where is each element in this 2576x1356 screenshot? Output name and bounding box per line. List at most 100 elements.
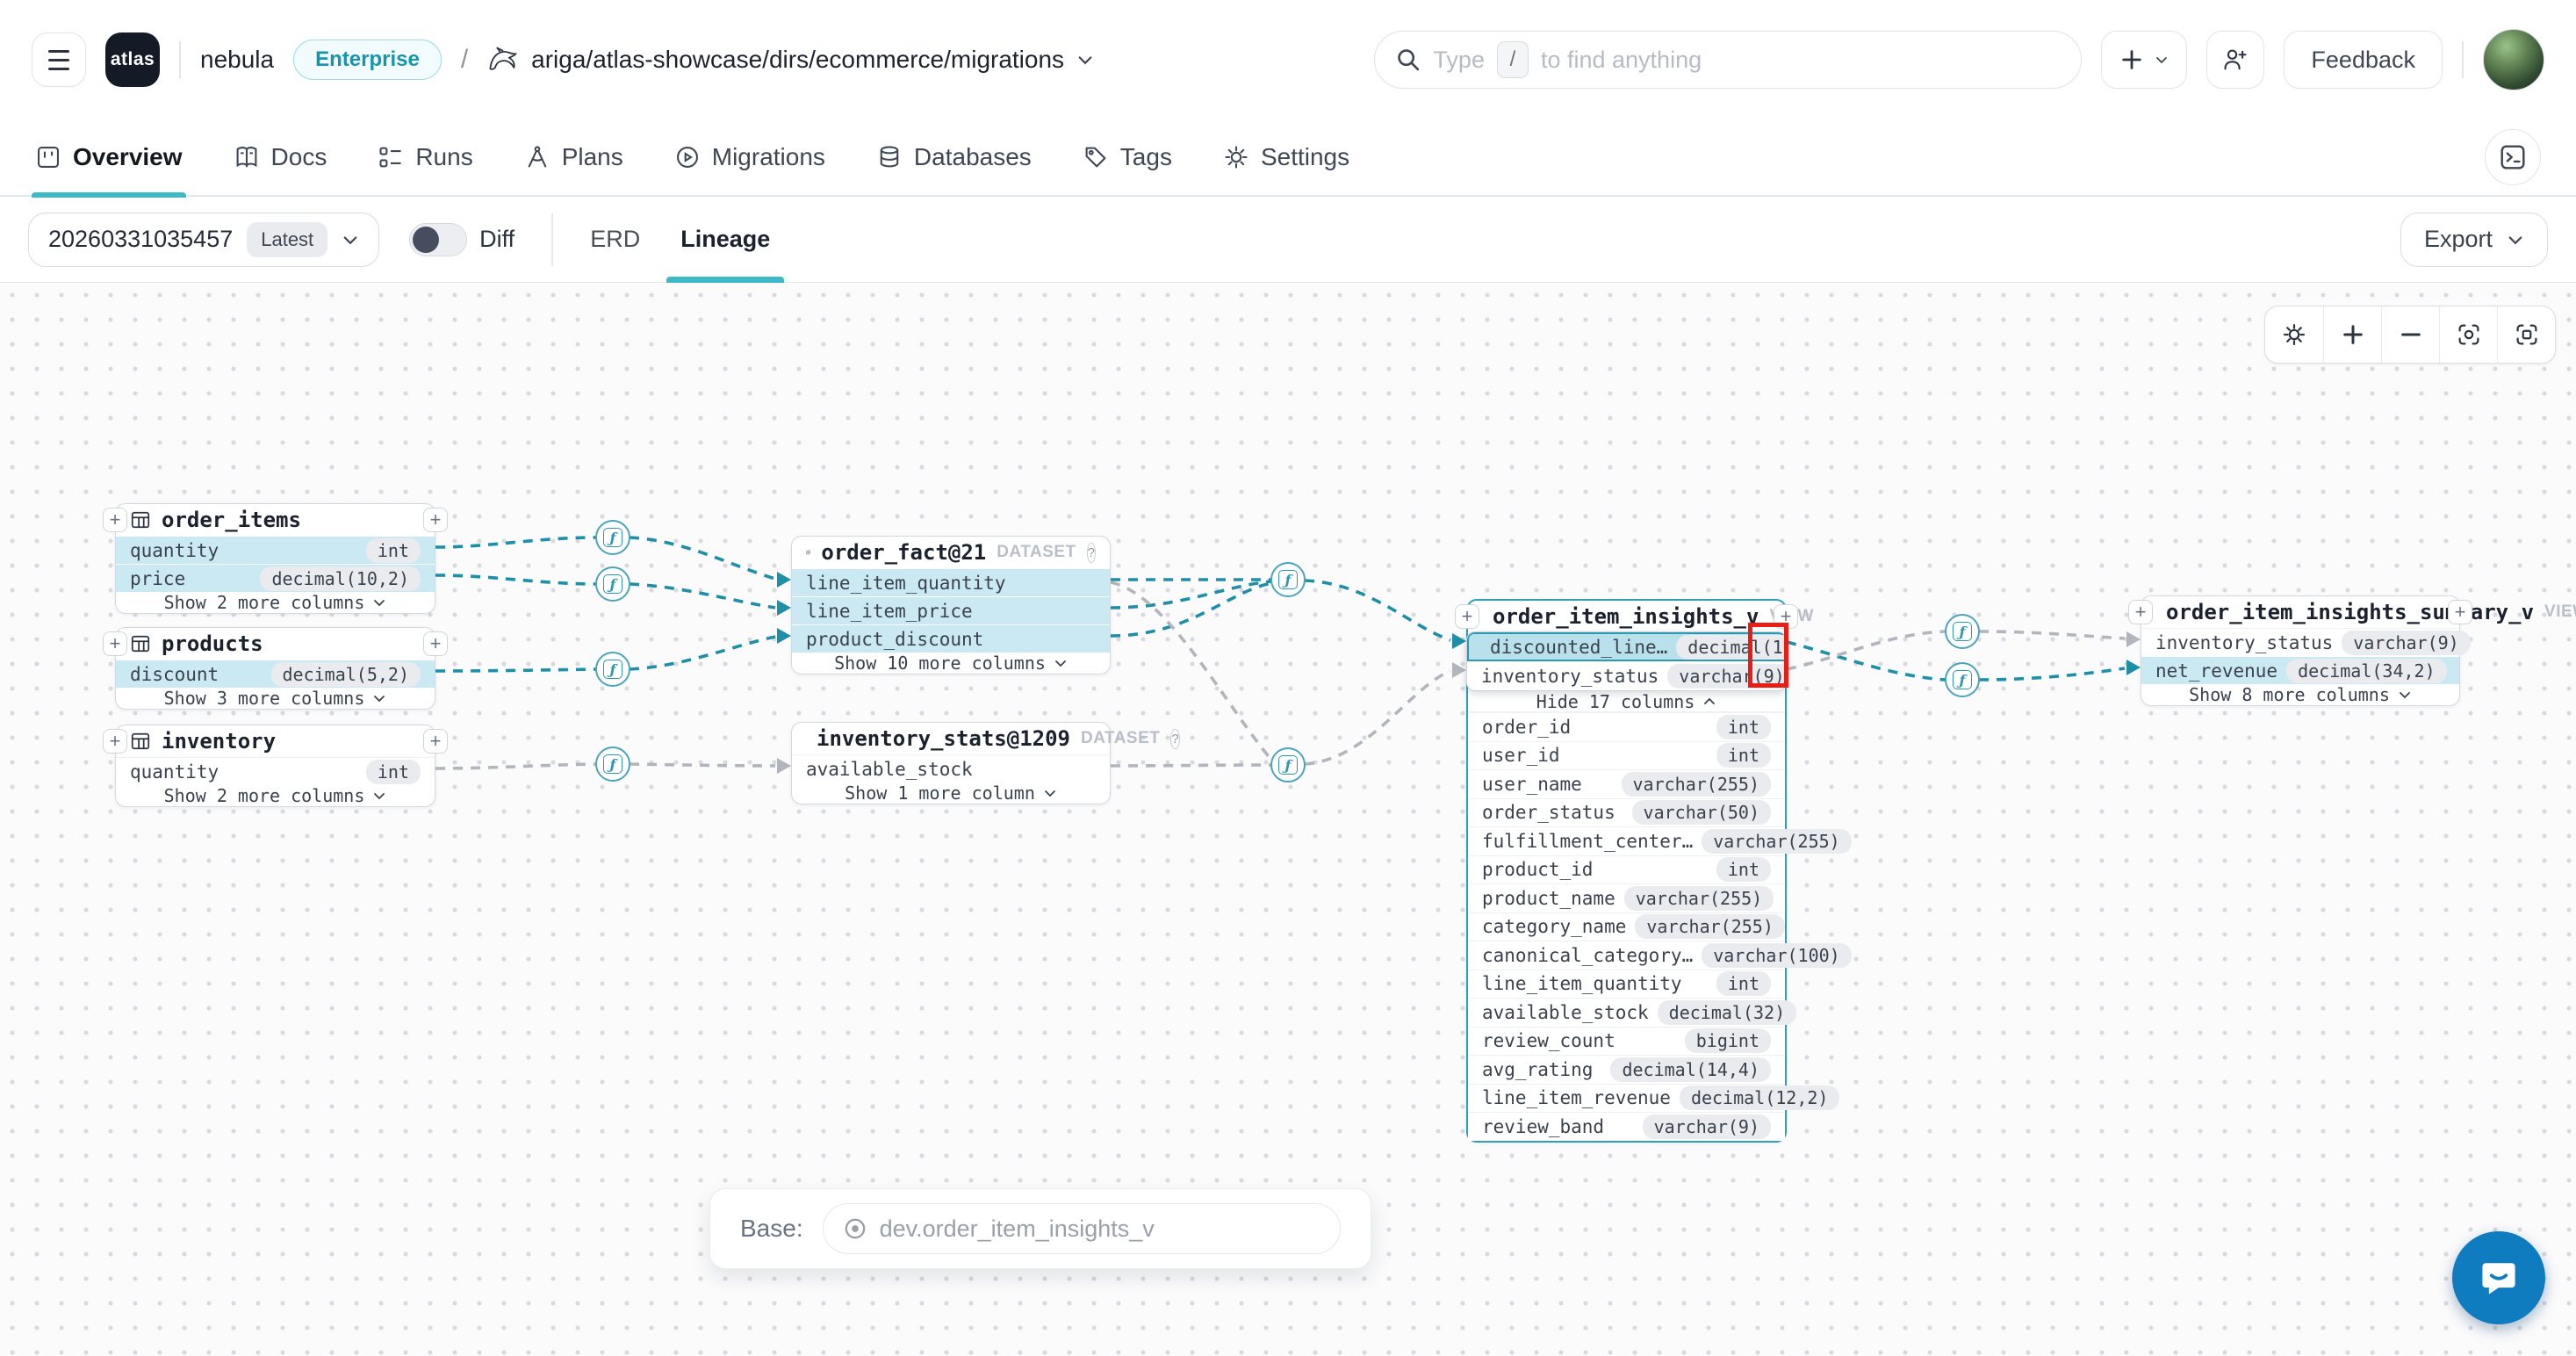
node-order_item_insights_summary_v[interactable]: ++order_item_insights_summary_vVIEWinven… xyxy=(2141,595,2460,706)
zoom-in-button[interactable] xyxy=(2323,307,2381,363)
org-name[interactable]: nebula xyxy=(200,46,274,74)
node-header[interactable]: inventory xyxy=(116,725,435,757)
tab-tags[interactable]: Tags xyxy=(1083,119,1172,196)
column-row-net_revenue[interactable]: net_revenuedecimal(34,2) xyxy=(2141,656,2459,684)
column-row-line_item_revenue[interactable]: line_item_revenuedecimal(12,2) xyxy=(1468,1084,1785,1113)
node-order_item_insights_v[interactable]: ++order_item_insights_vVIEWdiscounted_li… xyxy=(1466,599,1787,1143)
tab-migrations[interactable]: Migrations xyxy=(674,119,825,196)
node-header[interactable]: order_fact@21DATASET? xyxy=(792,537,1110,568)
node-inventory_stats[interactable]: inventory_stats@1209DATASET?available_st… xyxy=(791,722,1111,804)
export-button[interactable]: Export xyxy=(2400,213,2548,267)
node-header[interactable]: products xyxy=(116,628,435,660)
tab-overview[interactable]: Overview xyxy=(35,119,183,196)
function-node[interactable]: ƒ xyxy=(595,566,630,602)
column-row-order_status[interactable]: order_statusvarchar(50) xyxy=(1468,798,1785,827)
tab-docs[interactable]: Docs xyxy=(234,119,327,196)
column-row-canonical_category[interactable]: canonical_category…varchar(100) xyxy=(1468,941,1785,970)
column-row-inventory_status[interactable]: inventory_statusvarchar(9) xyxy=(2141,628,2459,656)
diff-toggle[interactable] xyxy=(409,223,467,256)
column-row-available_stock[interactable]: available_stock xyxy=(792,754,1110,783)
base-target-input[interactable]: dev.order_item_insights_v xyxy=(823,1203,1341,1254)
tab-runs[interactable]: Runs xyxy=(378,119,472,196)
zoom-out-button[interactable] xyxy=(2381,307,2439,363)
tab-erd[interactable]: ERD xyxy=(590,197,640,283)
node-header[interactable]: order_item_insights_summary_vVIEW xyxy=(2141,596,2459,628)
column-row-quantity[interactable]: quantityint xyxy=(116,536,435,564)
menu-button[interactable] xyxy=(32,32,86,87)
invite-user-button[interactable] xyxy=(2206,31,2264,89)
tab-plans[interactable]: Plans xyxy=(524,119,623,196)
function-node[interactable]: ƒ xyxy=(1945,662,1980,697)
fit-view-button[interactable] xyxy=(2497,307,2555,363)
column-row-product_id[interactable]: product_idint xyxy=(1468,855,1785,884)
column-name: product_name xyxy=(1482,888,1615,909)
function-node[interactable]: ƒ xyxy=(595,520,630,555)
function-node[interactable]: ƒ xyxy=(1945,614,1980,649)
lineage-canvas[interactable]: ƒƒƒƒƒƒƒƒ ++order_itemsquantityintpricede… xyxy=(0,283,2576,1356)
column-row-price[interactable]: pricedecimal(10,2) xyxy=(116,564,435,592)
search-input[interactable]: Type / to find anything xyxy=(1374,31,2082,89)
node-header[interactable]: order_item_insights_vVIEW xyxy=(1468,601,1785,632)
column-row-review_count[interactable]: review_countbigint xyxy=(1468,1027,1785,1056)
create-button[interactable] xyxy=(2101,31,2187,89)
add-connection-handle[interactable]: + xyxy=(423,508,448,532)
node-order_items[interactable]: ++order_itemsquantityintpricedecimal(10,… xyxy=(115,503,435,614)
column-row-line_item_quantity[interactable]: line_item_quantity xyxy=(792,568,1110,596)
show-more-columns[interactable]: Show 8 more columns xyxy=(2141,684,2459,705)
column-row-category_name[interactable]: category_namevarchar(255) xyxy=(1468,912,1785,941)
node-header[interactable]: order_items xyxy=(116,504,435,536)
function-node[interactable]: ƒ xyxy=(595,652,630,687)
column-row-avg_rating[interactable]: avg_ratingdecimal(14,4) xyxy=(1468,1055,1785,1084)
node-inventory[interactable]: ++inventoryquantityintShow 2 more column… xyxy=(115,725,435,807)
column-row-line_item_quantity[interactable]: line_item_quantityint xyxy=(1468,970,1785,999)
breadcrumb[interactable]: ariga/atlas-showcase/dirs/ecommerce/migr… xyxy=(487,46,1094,74)
tab-databases[interactable]: Databases xyxy=(876,119,1032,196)
function-node[interactable]: ƒ xyxy=(595,747,630,782)
function-node[interactable]: ƒ xyxy=(1270,747,1306,783)
show-more-columns[interactable]: Show 10 more columns xyxy=(792,653,1110,674)
add-connection-handle[interactable]: + xyxy=(2448,600,2472,624)
column-row-discount[interactable]: discountdecimal(5,2) xyxy=(116,660,435,688)
column-row-discounted_line[interactable]: discounted_line…decimal(12,2) xyxy=(1467,632,1786,661)
add-connection-handle[interactable]: + xyxy=(103,508,127,532)
show-more-columns[interactable]: Show 2 more columns xyxy=(116,785,435,806)
column-row-inventory_status[interactable]: inventory_statusvarchar(9) xyxy=(1467,661,1786,690)
column-row-line_item_price[interactable]: line_item_price xyxy=(792,596,1110,624)
add-connection-handle[interactable]: + xyxy=(423,631,448,656)
atlas-logo[interactable]: atlas xyxy=(105,32,160,87)
show-more-columns[interactable]: Show 2 more columns xyxy=(116,592,435,613)
node-order_fact[interactable]: order_fact@21DATASET?line_item_quantityl… xyxy=(791,536,1111,674)
column-row-fulfillment_center[interactable]: fulfillment_center…varchar(255) xyxy=(1468,826,1785,855)
column-row-product_discount[interactable]: product_discount xyxy=(792,624,1110,653)
dataset-help-icon[interactable]: ? xyxy=(1087,543,1096,563)
version-select[interactable]: 20260331035457 Latest xyxy=(28,213,379,267)
add-connection-handle[interactable]: + xyxy=(423,729,448,754)
add-connection-handle[interactable]: + xyxy=(103,729,127,754)
column-row-order_id[interactable]: order_idint xyxy=(1468,712,1785,741)
add-connection-handle[interactable]: + xyxy=(103,631,127,656)
add-connection-handle[interactable]: + xyxy=(1774,604,1798,629)
canvas-settings-button[interactable] xyxy=(2265,307,2323,363)
column-row-product_name[interactable]: product_namevarchar(255) xyxy=(1468,884,1785,912)
user-avatar[interactable] xyxy=(2483,29,2544,90)
column-row-quantity[interactable]: quantityint xyxy=(116,757,435,785)
column-row-available_stock[interactable]: available_stockdecimal(32) xyxy=(1468,998,1785,1027)
add-connection-handle[interactable]: + xyxy=(2128,600,2153,624)
tab-settings[interactable]: Settings xyxy=(1223,119,1349,196)
node-products[interactable]: ++productsdiscountdecimal(5,2)Show 3 mor… xyxy=(115,627,435,710)
function-node[interactable]: ƒ xyxy=(1270,562,1306,597)
column-row-user_name[interactable]: user_namevarchar(255) xyxy=(1468,769,1785,798)
dataset-help-icon[interactable]: ? xyxy=(1170,729,1179,749)
show-more-columns[interactable]: Show 1 more column xyxy=(792,783,1110,804)
column-row-review_band[interactable]: review_bandvarchar(9) xyxy=(1468,1112,1785,1141)
hide-columns-toggle[interactable]: Hide 17 columns xyxy=(1468,691,1785,712)
feedback-button[interactable]: Feedback xyxy=(2284,31,2443,89)
node-header[interactable]: inventory_stats@1209DATASET? xyxy=(792,723,1110,754)
column-row-user_id[interactable]: user_idint xyxy=(1468,741,1785,770)
focus-selection-button[interactable] xyxy=(2439,307,2497,363)
add-connection-handle[interactable]: + xyxy=(1455,604,1479,629)
show-more-columns[interactable]: Show 3 more columns xyxy=(116,688,435,709)
cloud-cli-button[interactable] xyxy=(2485,129,2541,185)
tab-lineage[interactable]: Lineage xyxy=(680,197,770,283)
chat-launcher-button[interactable] xyxy=(2452,1231,2545,1324)
